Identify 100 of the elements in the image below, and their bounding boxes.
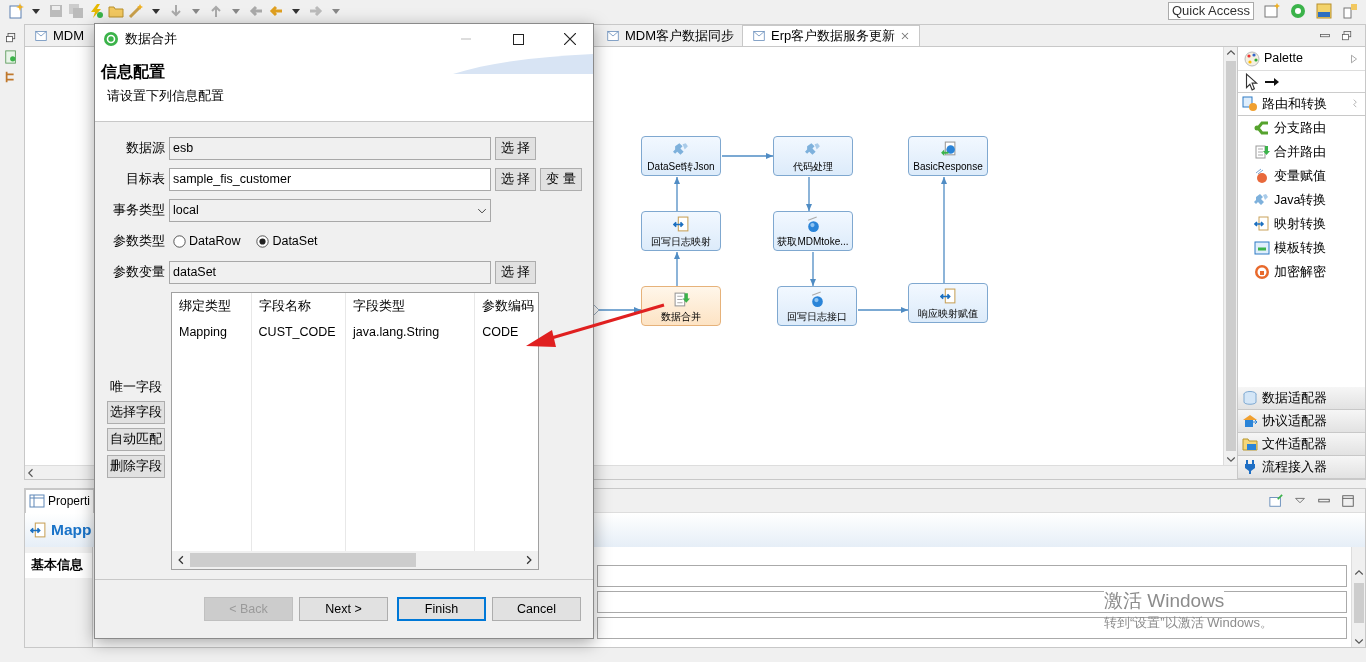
input-field[interactable] (597, 565, 1347, 587)
palette-drawer[interactable]: 文件适配器 (1238, 433, 1365, 456)
plug-icon (1242, 459, 1258, 475)
choose-button[interactable]: 选 择 (495, 261, 537, 284)
diagram-node[interactable]: BasicResponse (908, 136, 988, 176)
wizard-button[interactable]: Cancel (492, 597, 581, 621)
maximize-icon[interactable] (1341, 29, 1353, 42)
mapping-icon (939, 288, 957, 305)
ball-icon (1254, 168, 1270, 184)
node-label: BasicResponse (913, 161, 983, 173)
node-label: DataSet转Json (647, 161, 715, 173)
diagram-node[interactable]: 回写日志映射 (641, 211, 721, 251)
node-label: 回写日志映射 (651, 236, 711, 248)
template-icon (1254, 240, 1270, 256)
lightning-icon[interactable] (88, 3, 104, 19)
database-icon (1254, 144, 1270, 160)
maximize-icon[interactable] (1341, 493, 1355, 508)
mail-icon (605, 29, 621, 42)
puzzle-icon (672, 141, 690, 158)
scroll-right-icon[interactable] (524, 555, 534, 565)
mapping-icon (30, 521, 47, 539)
back-icon[interactable] (248, 3, 264, 19)
palette-drawer[interactable]: 协议适配器 (1238, 410, 1365, 433)
column-header[interactable]: 绑定类型 (179, 297, 244, 316)
database-icon (672, 291, 690, 308)
field-label: 目标表 (125, 171, 166, 189)
connector-arrow (806, 176, 812, 212)
palette-item[interactable]: 合并路由 (1238, 140, 1365, 164)
field-button[interactable]: 选择字段 (107, 400, 165, 424)
view-tab[interactable]: Properti (25, 488, 94, 513)
select-field[interactable]: local (169, 199, 491, 222)
field-label: 数据源 (125, 140, 166, 158)
field-button[interactable]: 删除字段 (107, 454, 165, 478)
node-label: 代码处理 (793, 161, 833, 173)
table-cell-text: java.lang.String (353, 323, 441, 341)
field-label: 参数变量 (112, 264, 166, 282)
diagram-node[interactable]: DataSet转Json (641, 136, 721, 176)
pin-icon[interactable] (1269, 493, 1283, 508)
radio-option[interactable]: DataRow (173, 232, 241, 251)
section-tab[interactable]: 基本信息 (25, 553, 92, 578)
input-field[interactable]: sample_fis_customer (169, 168, 491, 191)
palette-item[interactable]: Java转换 (1238, 188, 1365, 212)
palette-item[interactable]: 映射转换 (1238, 212, 1365, 236)
input-field[interactable]: dataSet (169, 261, 491, 284)
scroll-left-icon[interactable] (176, 555, 186, 565)
folder-icon[interactable] (108, 3, 124, 19)
scrollbar[interactable] (1225, 61, 1236, 451)
radio-option[interactable]: DataSet (256, 232, 318, 251)
palette-item[interactable]: 加密解密 (1238, 260, 1365, 284)
node-label: 回写日志接口 (787, 311, 847, 323)
save-all-icon[interactable] (68, 3, 84, 19)
properties-title: Mapp (51, 520, 92, 541)
palette-item[interactable]: 变量赋值 (1238, 164, 1365, 188)
editor-tab[interactable]: Erp客户数据服务更新 (742, 25, 921, 46)
choose-button[interactable]: 选 择 (495, 168, 537, 191)
input-field[interactable] (597, 617, 1347, 639)
input-field[interactable]: esb (169, 137, 491, 160)
field-button[interactable]: 自动匹配 (107, 427, 165, 451)
wizard-button[interactable]: Finish (397, 597, 486, 621)
field-label: 事务类型 (112, 202, 166, 220)
node-label: 获取MDMtoke... (777, 236, 849, 248)
expand-icon[interactable] (1349, 52, 1359, 65)
palette-drawer[interactable]: 流程接入器 (1238, 456, 1365, 479)
diagram-node[interactable]: 数据合并 (641, 286, 721, 326)
wizard-button[interactable]: Next > (299, 597, 388, 621)
palette-item[interactable]: 模板转换 (1238, 236, 1365, 260)
page-icon[interactable] (4, 50, 18, 64)
globe-icon (939, 141, 957, 158)
diagram-node[interactable]: 获取MDMtoke... (773, 211, 853, 251)
connector-arrow (598, 307, 642, 313)
activation-title: 激活 Windows (1104, 590, 1225, 612)
diagram-node[interactable]: 响应映射赋值 (908, 283, 988, 323)
mapping-icon (1254, 216, 1270, 232)
page-message: 请设置下列信息配置 (106, 88, 225, 106)
restore-icon[interactable] (5, 32, 17, 44)
table-cell-text: Mapping (179, 323, 228, 341)
minimize-icon (461, 38, 471, 40)
diagram-node[interactable]: 代码处理 (773, 136, 853, 176)
close-icon (564, 33, 576, 45)
mail-icon (751, 30, 768, 42)
connector-arrow (674, 251, 680, 287)
connector-arrow (857, 307, 909, 313)
diagram-node[interactable]: 回写日志接口 (777, 286, 857, 326)
table-cell-text: CODE (482, 323, 520, 341)
node-label: 响应映射赋值 (918, 308, 978, 320)
field-label: 唯一字段 (110, 378, 162, 396)
column-header[interactable]: 字段名称 (258, 297, 339, 316)
search-field[interactable]: Quick Access (1167, 2, 1254, 20)
lock-icon (1254, 264, 1270, 280)
palette-drawer[interactable]: 数据适配器 (1238, 387, 1365, 410)
column-header[interactable]: 字段类型 (353, 297, 468, 316)
palette-item[interactable]: 分支路由 (1238, 116, 1365, 140)
palette-drawer[interactable]: 路由和转换 (1238, 93, 1365, 116)
choose-button[interactable]: 变 量 (540, 168, 582, 191)
choose-button[interactable]: 选 择 (495, 137, 537, 160)
scrollbar[interactable] (190, 553, 416, 567)
scrollbar[interactable] (1353, 583, 1364, 623)
route-icon (1242, 96, 1258, 112)
page-title: 信息配置 (101, 62, 165, 82)
activation-message: 转到“设置”以激活 Windows。 (1104, 613, 1273, 632)
